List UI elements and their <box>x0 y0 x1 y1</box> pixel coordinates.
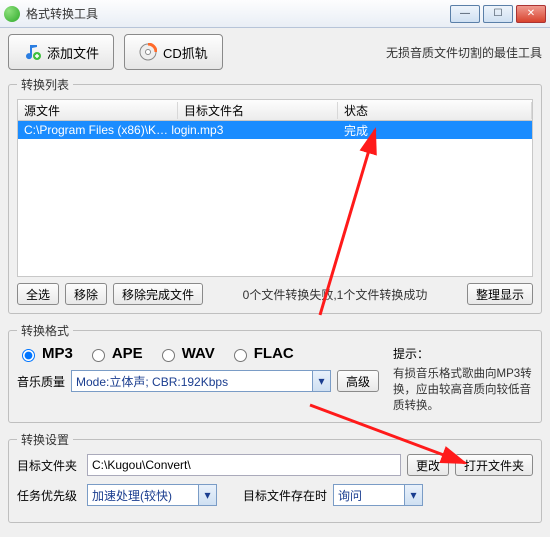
open-folder-button[interactable]: 打开文件夹 <box>455 454 533 476</box>
window-title: 格式转换工具 <box>26 5 450 22</box>
format-wav[interactable]: WAV <box>157 345 215 362</box>
maximize-button[interactable]: ☐ <box>483 5 513 23</box>
format-group: 转换格式 MP3 APE WAV FLAC 音乐质量 Mode:立体声; CBR… <box>8 322 542 423</box>
hint-title: 提示： <box>393 345 533 362</box>
cd-icon <box>139 43 157 61</box>
chevron-down-icon: ▾ <box>312 371 330 391</box>
window-controls: — ☐ ✕ <box>450 5 546 23</box>
cell-source: C:\Program Files (x86)\K… login.mp3 <box>18 123 338 137</box>
priority-label: 任务优先级 <box>17 487 81 504</box>
col-source[interactable]: 源文件 <box>18 102 178 119</box>
select-all-button[interactable]: 全选 <box>17 283 59 305</box>
radio-mp3[interactable] <box>22 349 35 362</box>
list-body[interactable]: C:\Program Files (x86)\K… login.mp3 完成 <box>17 121 533 277</box>
quality-combo[interactable]: Mode:立体声; CBR:192Kbps ▾ <box>71 370 331 392</box>
col-status[interactable]: 状态 <box>338 102 532 119</box>
exists-combo[interactable]: 询问 ▾ <box>333 484 423 506</box>
format-legend: 转换格式 <box>17 322 73 339</box>
format-flac[interactable]: FLAC <box>229 345 294 362</box>
col-target[interactable]: 目标文件名 <box>178 102 338 119</box>
quality-value: Mode:立体声; CBR:192Kbps <box>76 373 228 390</box>
minimize-button[interactable]: — <box>450 5 480 23</box>
settings-legend: 转换设置 <box>17 431 73 448</box>
music-add-icon <box>23 43 41 61</box>
close-button[interactable]: ✕ <box>516 5 546 23</box>
format-options: MP3 APE WAV FLAC <box>17 345 383 362</box>
format-mp3[interactable]: MP3 <box>17 345 73 362</box>
convert-list-legend: 转换列表 <box>17 76 73 93</box>
cell-status: 完成 <box>338 122 532 139</box>
status-summary: 0个文件转换失败,1个文件转换成功 <box>209 286 461 303</box>
chevron-down-icon: ▾ <box>198 485 216 505</box>
app-tagline: 无损音质文件切割的最佳工具 <box>386 44 542 61</box>
cd-rip-button[interactable]: CD抓轨 <box>124 34 223 70</box>
radio-wav[interactable] <box>162 349 175 362</box>
app-icon <box>4 6 20 22</box>
list-header: 源文件 目标文件名 状态 <box>17 99 533 121</box>
target-folder-label: 目标文件夹 <box>17 457 81 474</box>
add-file-button[interactable]: 添加文件 <box>8 34 114 70</box>
change-folder-button[interactable]: 更改 <box>407 454 449 476</box>
priority-combo[interactable]: 加速处理(较快) ▾ <box>87 484 217 506</box>
title-bar: 格式转换工具 — ☐ ✕ <box>0 0 550 28</box>
target-folder-input[interactable]: C:\Kugou\Convert\ <box>87 454 401 476</box>
radio-ape[interactable] <box>92 349 105 362</box>
remove-button[interactable]: 移除 <box>65 283 107 305</box>
format-ape[interactable]: APE <box>87 345 143 362</box>
quality-label: 音乐质量 <box>17 373 65 390</box>
chevron-down-icon: ▾ <box>404 485 422 505</box>
hint-body: 有损音乐格式歌曲向MP3转换，应由较高音质向较低音质转换。 <box>393 366 533 414</box>
advanced-button[interactable]: 高级 <box>337 370 379 392</box>
exists-label: 目标文件存在时 <box>243 487 327 504</box>
radio-flac[interactable] <box>234 349 247 362</box>
remove-done-button[interactable]: 移除完成文件 <box>113 283 203 305</box>
settings-group: 转换设置 目标文件夹 C:\Kugou\Convert\ 更改 打开文件夹 任务… <box>8 431 542 523</box>
table-row[interactable]: C:\Program Files (x86)\K… login.mp3 完成 <box>18 121 532 139</box>
convert-list-group: 转换列表 源文件 目标文件名 状态 C:\Program Files (x86)… <box>8 76 542 314</box>
cd-rip-label: CD抓轨 <box>163 43 208 62</box>
tidy-button[interactable]: 整理显示 <box>467 283 533 305</box>
add-file-label: 添加文件 <box>47 43 99 62</box>
